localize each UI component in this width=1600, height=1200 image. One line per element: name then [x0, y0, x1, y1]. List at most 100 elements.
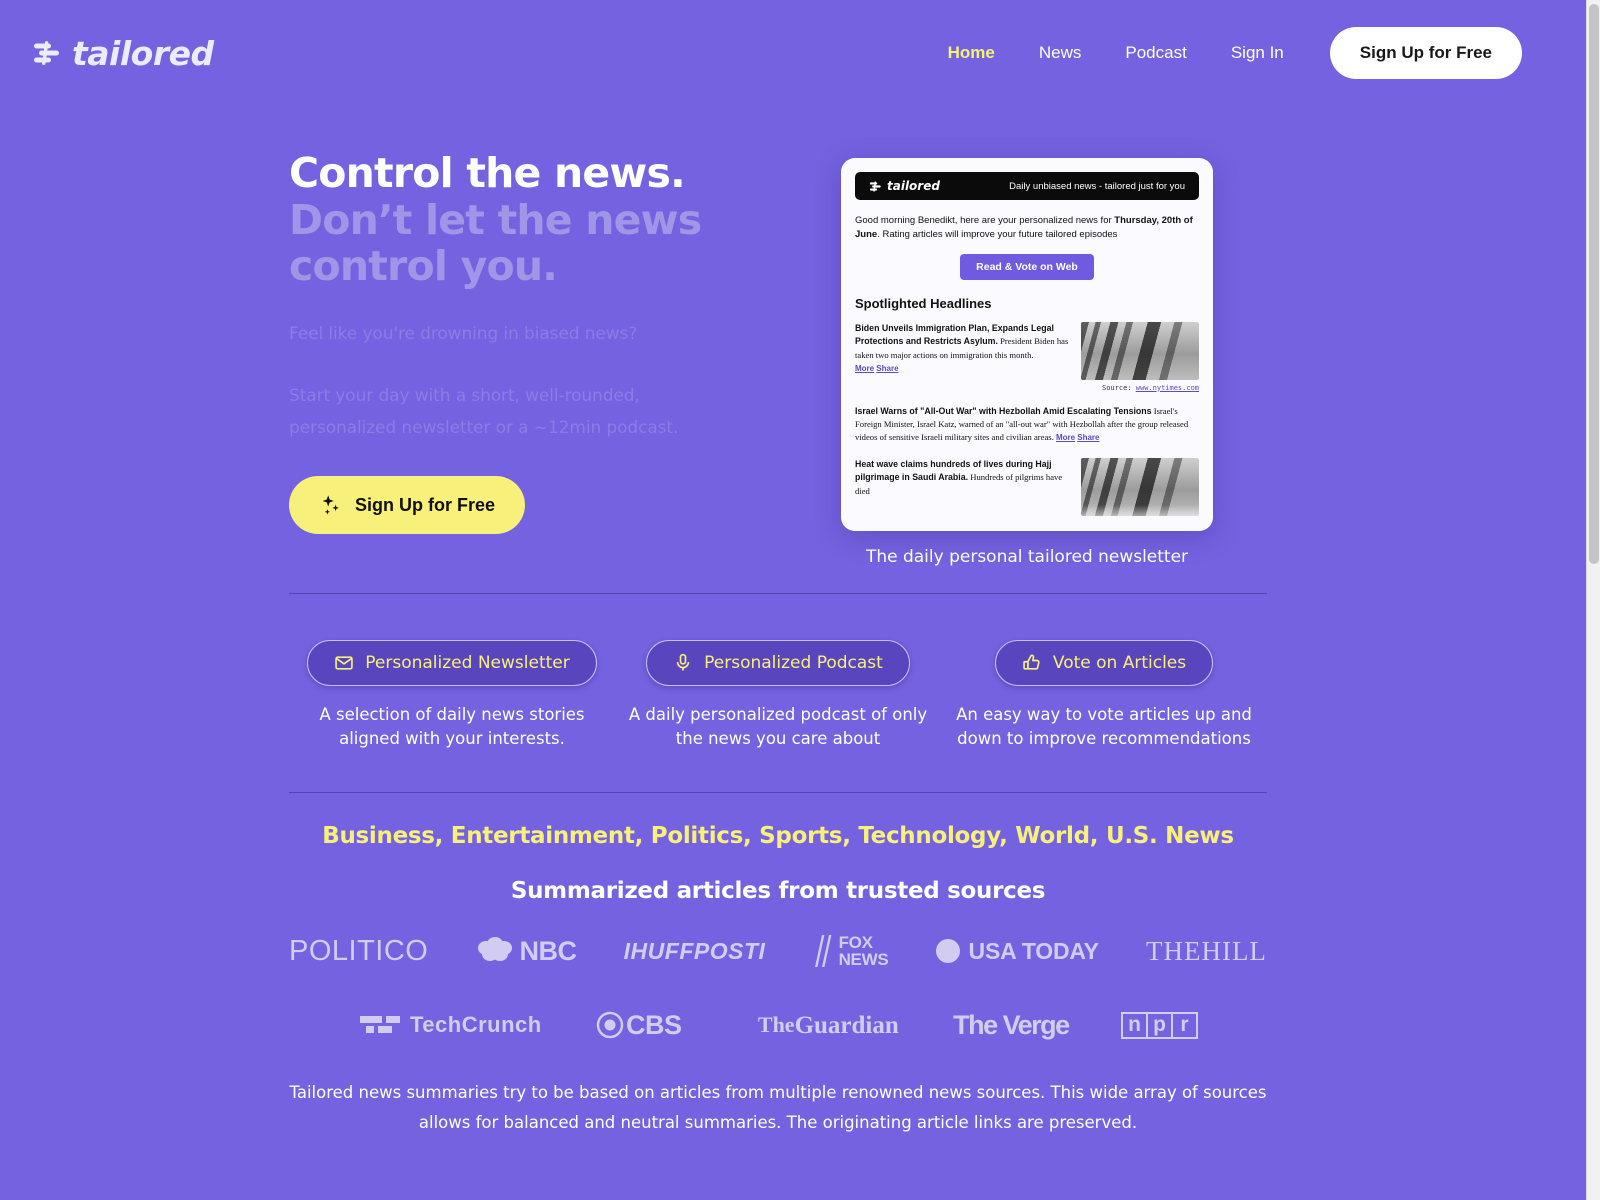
article-more-link[interactable]: More	[1056, 433, 1075, 442]
page-viewport: tailored Home News Podcast Sign In Sign …	[0, 0, 1600, 1200]
hero-signup-button[interactable]: Sign Up for Free	[289, 476, 526, 535]
article-more-link[interactable]: More	[855, 364, 874, 373]
nav-signup-button[interactable]: Sign Up for Free	[1329, 27, 1522, 79]
headline-line-2: Don’t let the news	[289, 195, 702, 244]
newsletter-greeting: Good morning Benedikt, here are your per…	[855, 214, 1199, 243]
tailored-logo-icon-small	[869, 180, 881, 192]
hero-subtext-question: Feel like you're drowning in biased news…	[289, 324, 638, 345]
feature-description: A daily personalized podcast of only the…	[628, 705, 928, 748]
source-logo-guardian: The Guardian	[736, 1011, 899, 1039]
greeting-prefix: Good morning Benedikt, here are your per…	[855, 215, 1115, 226]
source-logo-row: TechCrunch CBS The Guardian The Verge n …	[360, 992, 1198, 1058]
feature-description: A selection of daily news stories aligne…	[319, 705, 585, 748]
newsletter-tagline: Daily unbiased news - tailored just for …	[1009, 180, 1185, 192]
nav-link-home[interactable]: Home	[926, 43, 1017, 63]
hero-text-column: Control the news. Don’t let the news con…	[289, 148, 849, 535]
source-logo-foxnews: FOX NEWS	[813, 934, 889, 969]
source-logo-nbc-text: NBC	[519, 935, 578, 966]
guardian-line-2: Guardian	[794, 1011, 899, 1039]
feature-label: Personalized Podcast	[704, 653, 883, 673]
source-logo-usatoday-text: USA TODAY	[968, 937, 1099, 964]
cbs-eye-icon	[596, 1011, 624, 1039]
newsletter-card[interactable]: tailored Daily unbiased news - tailored …	[841, 158, 1213, 531]
article-text: Biden Unveils Immigration Plan, Expands …	[855, 322, 1071, 392]
sparkles-icon	[322, 495, 339, 515]
divider-bottom	[289, 792, 1267, 793]
newsletter-topbar: tailored Daily unbiased news - tailored …	[855, 172, 1199, 200]
newsletter-brand-name: tailored	[887, 179, 940, 193]
feature-pill-podcast[interactable]: Personalized Podcast	[646, 640, 910, 686]
page-content: tailored Home News Podcast Sign In Sign …	[0, 0, 1586, 1200]
article-thumb-column: Source: www.nytimes.com	[1081, 321, 1199, 392]
newsletter-card-inner: tailored Daily unbiased news - tailored …	[841, 158, 1213, 516]
nbc-peacock-icon	[477, 937, 512, 961]
feature-newsletter: Personalized Newsletter A selection of d…	[289, 640, 615, 751]
nav-link-podcast[interactable]: Podcast	[1103, 43, 1208, 63]
main-nav: Home News Podcast Sign In Sign Up for Fr…	[926, 27, 1522, 79]
feature-label: Vote on Articles	[1052, 653, 1187, 673]
fox-line-1: FOX	[838, 932, 873, 952]
hero-signup-label: Sign Up for Free	[355, 494, 496, 515]
source-logo-huffpost: IHUFFPOSTI	[623, 937, 766, 964]
newsletter-caption: The daily personal tailored newsletter	[865, 547, 1189, 567]
source-logo-theverge: The Verge	[953, 1009, 1070, 1040]
fox-line-2: NEWS	[838, 950, 889, 969]
article-source-link[interactable]: www.nytimes.com	[1136, 384, 1199, 392]
feature-pill-vote[interactable]: Vote on Articles	[994, 640, 1214, 686]
usatoday-dot-icon	[935, 939, 960, 963]
nav-link-signin[interactable]: Sign In	[1209, 43, 1306, 63]
newsletter-cta-row: Read & Vote on Web	[855, 253, 1199, 280]
guardian-line-1: The	[757, 1011, 795, 1037]
source-logo-usatoday: USA TODAY	[935, 937, 1099, 965]
fox-slashes-icon	[814, 935, 831, 967]
newsletter-article: Biden Unveils Immigration Plan, Expands …	[855, 321, 1199, 392]
newsletter-article: Israel Warns of "All-Out War" with Hezbo…	[855, 405, 1199, 445]
card-fade-overlay	[841, 505, 1213, 531]
source-logo-cbs-text: CBS	[626, 1009, 682, 1040]
source-logo-cbs: CBS	[596, 1010, 682, 1041]
divider-top	[289, 593, 1267, 594]
source-logo-techcrunch: TechCrunch	[360, 1012, 542, 1038]
source-logo-thehill: THE HILL	[1145, 935, 1267, 966]
npr-letter-p: p	[1146, 1011, 1173, 1039]
thehill-line-1: THE	[1145, 935, 1202, 966]
hero-subtext-description: Start your day with a short, well-rounde…	[289, 386, 679, 438]
microphone-icon	[676, 653, 690, 671]
article-share-link[interactable]: Share	[876, 364, 898, 373]
source-logo-nbc: NBC	[476, 935, 577, 967]
article-source-label: Source:	[1102, 383, 1132, 392]
article-share-link[interactable]: Share	[1077, 433, 1099, 442]
headline-line-1: Control the news.	[289, 149, 686, 197]
techcrunch-mark-icon	[360, 1016, 400, 1033]
headline-line-3: control you.	[289, 242, 558, 291]
newsletter-preview: tailored Daily unbiased news - tailored …	[841, 158, 1213, 567]
source-logo-npr: n p r	[1121, 1011, 1198, 1039]
greeting-suffix: . Rating articles will improve your futu…	[877, 229, 1118, 241]
envelope-icon	[335, 656, 354, 670]
site-header: tailored Home News Podcast Sign In Sign …	[0, 0, 1586, 106]
read-and-vote-button[interactable]: Read & Vote on Web	[960, 253, 1094, 280]
page-title: Control the news. Don’t let the news con…	[289, 150, 849, 290]
brand-logo[interactable]: tailored	[32, 34, 214, 73]
feature-pill-newsletter[interactable]: Personalized Newsletter	[307, 640, 597, 686]
article-source: Source: www.nytimes.com	[1081, 384, 1199, 392]
sources-subtitle: Summarized articles from trusted sources	[510, 878, 1046, 904]
scrollbar-thumb[interactable]	[1589, 4, 1599, 564]
thehill-line-2: HILL	[1201, 935, 1267, 966]
article-thumbnail-image	[1081, 321, 1199, 380]
npr-letter-n: n	[1121, 1011, 1148, 1039]
categories-heading: Business, Entertainment, Politics, Sport…	[322, 823, 1234, 849]
npr-letter-r: r	[1171, 1011, 1198, 1039]
features-section: Personalized Newsletter A selection of d…	[289, 640, 1267, 751]
nav-link-news[interactable]: News	[1017, 43, 1104, 63]
feature-description: An easy way to vote articles up and down…	[956, 705, 1252, 748]
newsletter-brand: tailored	[869, 179, 940, 193]
article-headline: Israel Warns of "All-Out War" with Hezbo…	[855, 405, 1152, 416]
brand-name: tailored	[72, 33, 214, 73]
page-scrollbar[interactable]	[1586, 0, 1600, 1200]
feature-podcast: Personalized Podcast A daily personalize…	[615, 640, 941, 751]
sources-note: Tailored news summaries try to be based …	[289, 1083, 1267, 1133]
spotlighted-headlines-title: Spotlighted Headlines	[855, 295, 992, 311]
source-logo-techcrunch-text: TechCrunch	[410, 1012, 542, 1037]
feature-label: Personalized Newsletter	[365, 653, 570, 673]
